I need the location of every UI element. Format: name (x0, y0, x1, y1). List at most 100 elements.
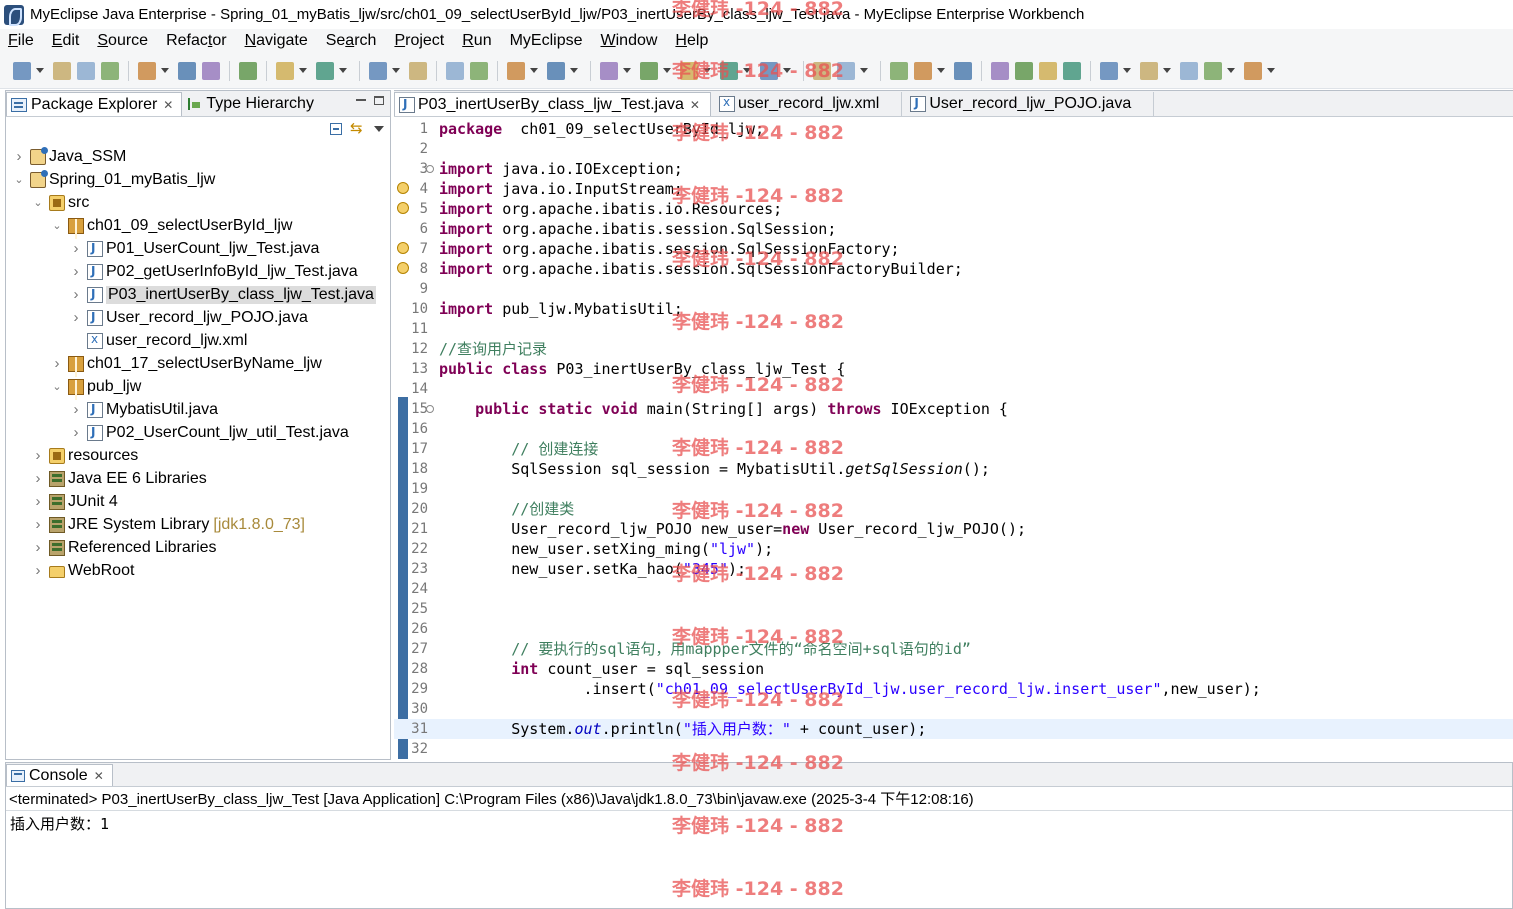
chevron-right-icon[interactable]: › (31, 516, 45, 533)
tree-item[interactable]: › Java EE 6 Libraries (31, 467, 207, 490)
toolbar-pen-icon[interactable] (914, 61, 932, 80)
close-icon[interactable]: ✕ (163, 98, 173, 112)
toolbar-edit-icon[interactable] (1015, 61, 1033, 80)
editor-tab[interactable]: user_record_ljw.xml (711, 92, 903, 116)
editor-tab[interactable]: User_record_ljw_POJO.java (902, 92, 1155, 116)
chevron-right-icon[interactable]: › (31, 562, 45, 579)
toolbar-agent-icon[interactable] (547, 61, 565, 80)
toolbar-dropdown-icon[interactable] (783, 68, 791, 73)
tab-type-hierarchy[interactable]: Type Hierarchy (182, 92, 322, 116)
tree-item[interactable]: user_record_ljw.xml (69, 329, 247, 352)
chevron-right-icon[interactable]: › (69, 240, 83, 257)
toolbar-search-folder-icon[interactable] (954, 61, 972, 80)
toolbar-debug-icon[interactable] (640, 61, 658, 80)
toolbar-dropdown-icon[interactable] (530, 68, 538, 73)
chevron-right-icon[interactable]: › (31, 447, 45, 464)
tree-item[interactable]: › P01_UserCount_ljw_Test.java (69, 237, 320, 260)
toolbar-print-icon[interactable] (101, 61, 119, 80)
chevron-down-icon[interactable]: ⌄ (12, 173, 26, 186)
toolbar-annotate-icon[interactable] (991, 61, 1009, 80)
menu-myeclipse[interactable]: MyEclipse (510, 32, 583, 50)
toolbar-dropdown-icon[interactable] (743, 68, 751, 73)
toolbar-dropdown-icon[interactable] (161, 68, 169, 73)
toolbar-dropdown-icon[interactable] (392, 68, 400, 73)
toolbar-dropdown-icon[interactable] (860, 68, 868, 73)
tree-item[interactable]: › MybatisUtil.java (69, 398, 219, 421)
chevron-down-icon[interactable]: ⌄ (31, 196, 45, 209)
menu-edit[interactable]: Edit (52, 32, 80, 50)
chevron-down-icon[interactable]: ⌄ (50, 219, 64, 232)
tree-item[interactable]: › JUnit 4 (31, 490, 118, 513)
view-menu-icon[interactable] (374, 126, 384, 132)
toolbar-dropdown-icon[interactable] (703, 68, 711, 73)
chevron-right-icon[interactable]: › (31, 470, 45, 487)
chevron-right-icon[interactable]: › (31, 493, 45, 510)
fold-toggle-icon[interactable] (426, 405, 434, 413)
toolbar-dropdown-icon[interactable] (1267, 68, 1275, 73)
minimize-icon[interactable] (356, 99, 366, 108)
tab-package-explorer[interactable]: Package Explorer ✕ (6, 92, 183, 116)
toolbar-dropdown-icon[interactable] (937, 68, 945, 73)
toolbar-dropdown-icon[interactable] (1163, 68, 1171, 73)
toolbar-forward-icon[interactable] (1244, 61, 1262, 80)
fold-toggle-icon[interactable] (426, 165, 434, 173)
toolbar-server-icon[interactable] (239, 61, 257, 80)
tab-console[interactable]: Console ✕ (6, 764, 113, 786)
maximize-icon[interactable] (374, 96, 384, 105)
toolbar-camera-icon[interactable] (600, 61, 618, 80)
toolbar-dropdown-icon[interactable] (623, 68, 631, 73)
menu-file[interactable]: File (8, 32, 34, 50)
toolbar-save-all-icon[interactable] (77, 61, 95, 80)
toolbar-package-icon[interactable] (507, 61, 525, 80)
menu-help[interactable]: Help (675, 32, 708, 50)
toolbar-open-type-icon[interactable] (178, 61, 196, 80)
toolbar-dropdown-icon[interactable] (570, 68, 578, 73)
toolbar-deploy-icon[interactable] (276, 61, 294, 80)
toolbar-external-tools-icon[interactable] (760, 61, 778, 80)
chevron-right-icon[interactable]: › (69, 263, 83, 280)
toolbar-prev-annotation-icon[interactable] (1140, 61, 1158, 80)
chevron-down-icon[interactable]: ⌄ (50, 380, 64, 393)
toolbar-back-build-icon[interactable] (446, 61, 464, 80)
link-with-editor-icon[interactable] (350, 119, 366, 137)
editor-tab[interactable]: P03_inertUserBy_class_ljw_Test.java ✕ (394, 92, 711, 116)
close-icon[interactable]: ✕ (94, 769, 104, 783)
chevron-right-icon[interactable]: › (12, 148, 26, 165)
tree-item[interactable]: › WebRoot (31, 559, 135, 582)
toolbar-back-icon[interactable] (1204, 61, 1222, 80)
menu-search[interactable]: Search (326, 32, 377, 50)
chevron-right-icon[interactable]: › (69, 286, 83, 303)
toolbar-new-icon[interactable] (13, 61, 31, 80)
toolbar-dropdown-icon[interactable] (663, 68, 671, 73)
toolbar-next-annotation-icon[interactable] (1100, 61, 1118, 80)
chevron-right-icon[interactable]: › (31, 539, 45, 556)
toolbar-last-edit-icon[interactable] (1180, 61, 1198, 80)
toolbar-refresh-icon[interactable] (470, 61, 488, 80)
tree-item[interactable]: › ch01_17_selectUserByName_ljw (50, 352, 322, 375)
tree-item[interactable]: › Java_SSM (12, 145, 126, 168)
toolbar-dropdown-icon[interactable] (1123, 68, 1131, 73)
chevron-right-icon[interactable]: › (69, 424, 83, 441)
console-output[interactable]: 插入用户数：1 (6, 811, 1512, 836)
toolbar-open-folder-icon[interactable] (890, 61, 908, 80)
chevron-right-icon[interactable]: › (69, 401, 83, 418)
tree-item[interactable]: › P02_getUserInfoById_ljw_Test.java (69, 260, 358, 283)
collapse-all-icon[interactable] (330, 123, 342, 135)
toolbar-open-resource-icon[interactable] (202, 61, 220, 80)
toolbar-format-icon[interactable] (1063, 61, 1081, 80)
menu-refactor[interactable]: Refactor (166, 32, 226, 50)
tree-item[interactable]: › JRE System Library [jdk1.8.0_73] (31, 513, 306, 536)
toolbar-dropdown-icon[interactable] (1227, 68, 1235, 73)
tree-item[interactable]: ⌄ pub_ljw (50, 375, 141, 398)
menu-project[interactable]: Project (394, 32, 444, 50)
toolbar-dropdown-icon[interactable] (299, 68, 307, 73)
toolbar-new-class-icon[interactable] (813, 61, 831, 80)
tree-item[interactable]: › User_record_ljw_POJO.java (69, 306, 308, 329)
toolbar-globe-icon[interactable] (409, 61, 427, 80)
code-area[interactable]: 1 package ch01_09_selectUserById_ljw; 2 3 im… (394, 119, 1513, 761)
tree-item[interactable]: ⌄ Spring_01_myBatis_ljw (12, 168, 215, 191)
chevron-right-icon[interactable]: › (69, 309, 83, 326)
toolbar-run-last-icon[interactable] (720, 61, 738, 80)
tree-item[interactable]: ⌄ src (31, 191, 89, 214)
toolbar-save-icon[interactable] (53, 61, 71, 80)
